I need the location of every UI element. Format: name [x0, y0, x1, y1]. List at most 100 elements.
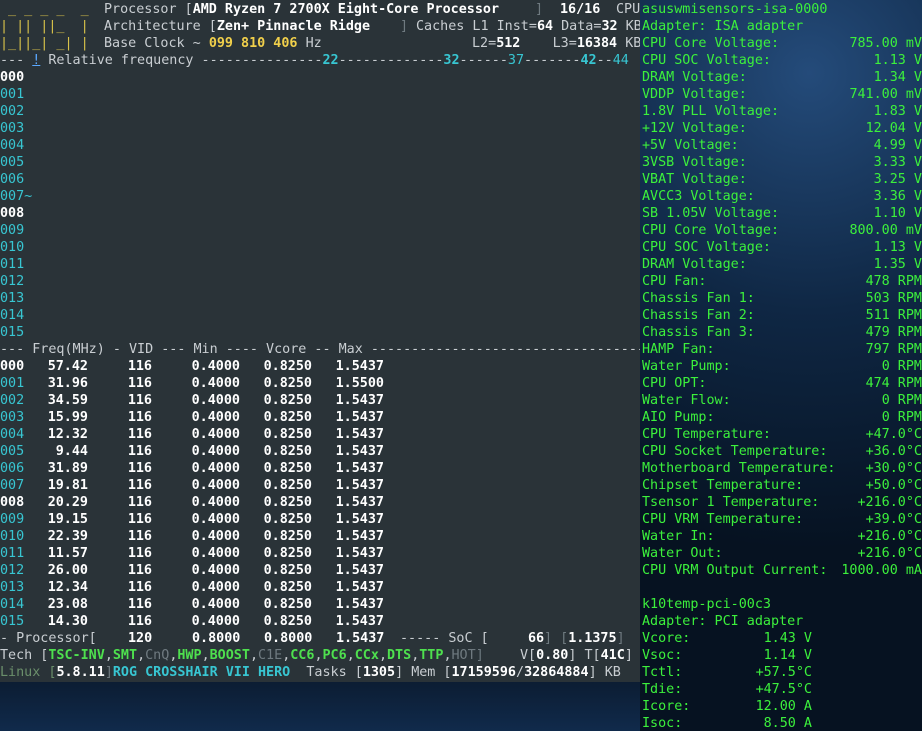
architecture-line: Architecture [Zen+ Pinnacle Ridge: [104, 18, 370, 35]
sensor-label: CPU Temperature:: [642, 427, 771, 442]
processor-line: Processor [AMD Ryzen 7 2700X Eight-Core …: [104, 1, 499, 18]
sensor-value: 503 RPM: [865, 291, 922, 306]
sensor-label: Icore:: [642, 699, 691, 714]
core-max: 1.5437: [335, 529, 384, 544]
freq-tick-37: 37: [507, 53, 525, 68]
corefreq-terminal[interactable]: _ _ _ _ _ | || ||_ | |_||_| _| | Process…: [0, 0, 640, 682]
core-id: 008: [0, 495, 25, 510]
graph-core-label: 006: [0, 172, 25, 187]
core-min: 0.4000: [191, 461, 240, 476]
graph-core-label: 002: [0, 104, 25, 119]
soc-value: 66: [528, 631, 545, 646]
l3-label: L3=: [552, 36, 577, 51]
core-max: 1.5437: [335, 546, 384, 561]
mem-used: 17159596: [451, 665, 517, 680]
architecture-label: Architecture [: [104, 19, 217, 34]
core-min: 0.4000: [191, 614, 240, 629]
sensors-terminal[interactable]: asuswmisensors-isa-0000 Adapter: ISA ada…: [640, 0, 922, 731]
core-freq: 12.32: [47, 427, 88, 442]
core-id: 006: [0, 461, 25, 476]
l1-inst-value: 64: [536, 19, 554, 34]
sensor-value: 1.43 V: [763, 631, 812, 646]
sensor-value: +47.5°C: [755, 682, 812, 697]
core-max: 1.5500: [335, 376, 384, 391]
mem-total: 32864884: [524, 665, 589, 680]
sensor-value: 478 RPM: [865, 274, 922, 289]
sensor-value: +216.0°C: [857, 495, 922, 510]
core-id: 002: [0, 393, 25, 408]
sensor-label: VDDP Voltage:: [642, 87, 747, 102]
architecture-value: Zen+ Pinnacle Ridge: [216, 19, 371, 34]
sensor-label: HAMP Fan:: [642, 342, 715, 357]
sensor-value: 1.83 V: [873, 104, 922, 119]
freq-tick-44: 44: [612, 53, 629, 68]
core-vcore: 0.8250: [263, 478, 312, 493]
l3-kb-unit: KB: [625, 36, 640, 51]
sensor-value: +216.0°C: [857, 546, 922, 561]
thread-count: 16/16: [560, 2, 601, 17]
architecture-close: ]: [400, 19, 409, 34]
base-clock-value: 099 810 406: [208, 36, 298, 51]
sensor-value: 0 RPM: [881, 359, 922, 374]
sensor-value: 479 RPM: [865, 325, 922, 340]
kb-unit: KB: [625, 19, 640, 34]
sensor-value: 1.13 V: [873, 240, 922, 255]
core-vid: 116: [127, 597, 152, 612]
l2-value: 512: [496, 36, 521, 51]
sensor-value: 3.36 V: [873, 189, 922, 204]
k10temp-header: k10temp-pci-00c3: [642, 597, 771, 612]
core-vcore: 0.8250: [263, 393, 312, 408]
sensor-label: Water Out:: [642, 546, 723, 561]
sensor-label: AVCC3 Voltage:: [642, 189, 755, 204]
core-vid: 116: [127, 376, 152, 391]
core-vid: 116: [127, 478, 152, 493]
core-freq: 20.29: [47, 495, 88, 510]
core-freq: 31.96: [47, 376, 88, 391]
core-vid: 116: [127, 563, 152, 578]
core-freq: 26.00: [47, 563, 88, 578]
freq-header-dash: -------------: [338, 53, 444, 68]
graph-core-label: 012: [0, 274, 25, 289]
core-min: 0.4000: [191, 512, 240, 527]
core-vid: 116: [127, 614, 152, 629]
freq-header-dash: --: [596, 53, 613, 68]
sensor-value: +47.0°C: [865, 427, 922, 442]
mem-unit: KB: [604, 665, 621, 680]
core-min: 0.4000: [191, 359, 240, 374]
core-min: 0.4000: [191, 563, 240, 578]
sensor-label: DRAM Voltage:: [642, 70, 747, 85]
core-freq: 19.15: [47, 512, 88, 527]
sensor-adapter: Adapter: ISA adapter: [642, 19, 804, 34]
core-id: 000: [0, 359, 25, 374]
sensor-value: 1.10 V: [873, 206, 922, 221]
tech-line: Tech [TSC-INV,SMT,CnQ,HWP,BOOST,C1E,CC6,…: [0, 648, 484, 663]
sensor-value: +36.0°C: [865, 444, 922, 459]
core-min: 0.4000: [191, 427, 240, 442]
sensor-label: Water In:: [642, 529, 715, 544]
core-vcore: 0.8250: [263, 563, 312, 578]
freq-tick-22: 22: [322, 53, 339, 68]
core-min: 0.4000: [191, 478, 240, 493]
caches-label: Caches L1 Inst=: [416, 19, 537, 34]
core-vcore: 0.8250: [263, 495, 312, 510]
processor-summary-vid: 120: [128, 631, 153, 646]
processor-close: ]: [535, 2, 544, 17]
sensor-label: CPU Core Voltage:: [642, 223, 780, 238]
sensor-value: 474 RPM: [865, 376, 922, 391]
core-id: 004: [0, 427, 25, 442]
sensor-value: 800.00 mV: [849, 223, 922, 238]
base-clock-unit: Hz: [305, 36, 322, 51]
processor-summary-label: - Processor[: [0, 631, 97, 646]
sensor-label: CPU SOC Voltage:: [642, 53, 771, 68]
core-id: 009: [0, 512, 25, 527]
sensor-label: CPU Core Voltage:: [642, 36, 780, 51]
core-vid: 116: [127, 427, 152, 442]
cache-info: Caches L1 Inst=64 Data=32 KB: [416, 18, 640, 35]
core-min: 0.4000: [191, 393, 240, 408]
sensor-label: Vcore:: [642, 631, 691, 646]
tech-flag: CnQ: [145, 648, 170, 663]
sensor-label: Tsensor 1 Temperature:: [642, 495, 820, 510]
sensor-label: Chassis Fan 3:: [642, 325, 755, 340]
core-max: 1.5437: [335, 359, 384, 374]
sensor-label: +12V Voltage:: [642, 121, 747, 136]
